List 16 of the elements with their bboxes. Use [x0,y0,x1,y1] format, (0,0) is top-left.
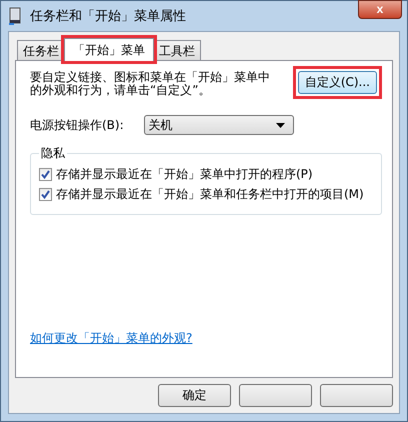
group-title: 隐私 [40,145,66,162]
help-link[interactable]: 如何更改「开始」菜单的外观? [30,330,192,347]
customize-button[interactable]: 自定义(C)... [298,71,377,94]
window-title: 任务栏和「开始」菜单属性 [30,8,186,25]
dialog-button[interactable] [320,384,393,407]
power-action-dropdown[interactable]: 关机 [144,115,294,135]
checkbox[interactable] [39,188,52,200]
dropdown-arrow-icon [276,122,285,128]
checkbox-label: 存储并显示最近在「开始」菜单和任务栏中打开的项目(M) [56,186,364,202]
ok-button[interactable]: 确定 [158,384,231,407]
description-text: 要自定义链接、图标和菜单在「开始」菜单中的外观和行为，请单击“自定义”。 [30,71,271,97]
checkbox[interactable] [39,168,52,180]
checkbox-label: 存储并显示最近在「开始」菜单中打开的程序(P) [56,166,313,182]
tab[interactable]: 「开始」菜单 [64,38,154,61]
dialog-button[interactable] [239,384,312,407]
power-button-label: 电源按钮操作(B): [30,116,124,134]
